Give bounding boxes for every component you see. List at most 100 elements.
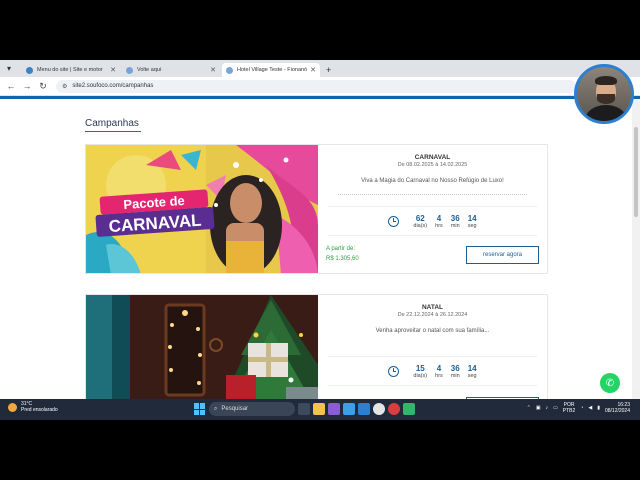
forward-icon[interactable]: →: [20, 79, 34, 93]
chrome-icon[interactable]: [373, 403, 385, 415]
hours-label: hrs: [435, 222, 443, 229]
browser-tab-strip: ▾ Menu do site | Site e motor ✕ Volte aq…: [0, 60, 640, 77]
close-tab-icon[interactable]: ✕: [110, 66, 116, 74]
hours-value: 4: [436, 213, 442, 223]
countdown-hours: 4 hrs: [435, 214, 443, 229]
browser-toolbar: ← → ↻ ⚙ site2.soufoco.com/campanhas: [0, 77, 640, 96]
app-icon[interactable]: [403, 403, 415, 415]
clock-widget[interactable]: 16:23 08/12/2024: [605, 402, 630, 414]
campaign-card: Pacote de CARNAVAL CARNAVAL De 08.02.202…: [85, 144, 548, 274]
title-underline: [85, 131, 141, 132]
volume-icon[interactable]: ◀: [588, 405, 592, 411]
tab-title: Volte aqui: [137, 67, 162, 73]
campaign-dates: De 22.12.2024 à 26.12.2024: [397, 312, 468, 318]
favicon-icon: [126, 66, 133, 74]
back-icon[interactable]: ←: [4, 79, 18, 93]
taskbar-apps: ⌕ Pesquisar: [194, 402, 415, 416]
campaign-details: CARNAVAL De 08.02.2025 à 14.02.2025 Viva…: [318, 145, 547, 273]
campaign-image[interactable]: [86, 295, 318, 399]
countdown-seconds: 14 seg: [468, 214, 477, 229]
clock-icon: [388, 215, 400, 227]
person-beard: [597, 94, 615, 104]
weather-widget[interactable]: 31°C Pred ensolarado: [8, 401, 58, 413]
seconds-label: seg: [467, 222, 477, 229]
countdown: 15 dia(s) 4 hrs 36 min 14 seg: [328, 356, 537, 386]
price-from-label: A partir de:: [326, 246, 356, 252]
windows-taskbar: 31°C Pred ensolarado ⌕ Pesquisar ⌃ ▣ ♪ ▭: [0, 399, 640, 420]
favicon-icon: [226, 66, 233, 74]
minutes-label: min: [450, 222, 460, 229]
whatsapp-icon[interactable]: ✆: [600, 373, 620, 393]
display-icon[interactable]: ▭: [553, 405, 558, 411]
search-icon: ⌕: [214, 405, 218, 412]
edge-icon[interactable]: [358, 403, 370, 415]
webcam-overlay: [574, 64, 634, 124]
campaign-details: NATAL De 22.12.2024 à 26.12.2024 Venha a…: [318, 295, 547, 399]
minutes-value: 36: [450, 213, 460, 223]
browser-tab-2[interactable]: Volte aqui ✕: [122, 63, 220, 77]
clock-icon: [388, 365, 400, 377]
countdown-minutes: 36 min: [451, 214, 460, 229]
url-text: site2.soufoco.com/campanhas: [72, 83, 154, 89]
campaign-description: Viva a Magia do Carnaval no Nosso Refúgi…: [361, 178, 504, 184]
countdown-hours: 4 hrs: [435, 364, 443, 379]
countdown: 62 dia(s) 4 hrs 36 min 14 seg: [328, 206, 537, 236]
hours-label: hrs: [435, 372, 443, 379]
microphone-icon[interactable]: ♪: [546, 405, 549, 411]
campaign-title: NATAL: [421, 304, 444, 311]
page-title: Campanhas: [85, 118, 139, 129]
close-tab-icon[interactable]: ✕: [310, 66, 316, 74]
close-tab-icon[interactable]: ✕: [210, 66, 216, 74]
store-icon[interactable]: [343, 403, 355, 415]
reload-icon[interactable]: ↻: [36, 79, 50, 93]
weather-desc: Pred ensolarado: [21, 407, 58, 413]
app-tray-icon[interactable]: ▣: [536, 405, 541, 411]
app-icon[interactable]: [328, 403, 340, 415]
weather-text: 31°C Pred ensolarado: [21, 401, 58, 413]
windows-start-icon[interactable]: [194, 403, 206, 415]
tab-title: Menu do site | Site e motor: [37, 67, 103, 73]
favicon-icon: [26, 66, 33, 74]
campaign-title: CARNAVAL: [414, 154, 451, 161]
seconds-value: 14: [467, 363, 477, 373]
battery-icon[interactable]: ▮: [597, 405, 600, 411]
file-explorer-icon[interactable]: [313, 403, 325, 415]
new-tab-icon[interactable]: +: [326, 65, 331, 75]
wifi-icon[interactable]: ◔: [580, 405, 583, 411]
tab-search-icon[interactable]: ▾: [2, 61, 16, 75]
hours-value: 4: [436, 363, 442, 373]
tab-title: Hotel Village Teste - Fionanóp: [237, 67, 308, 73]
days-value: 15: [415, 363, 425, 373]
browser-tab-3[interactable]: Hotel Village Teste - Fionanóp ✕: [222, 63, 320, 77]
page-scrollbar[interactable]: [632, 99, 640, 399]
countdown-days: 15 dia(s): [413, 364, 427, 379]
campaign-image[interactable]: Pacote de CARNAVAL: [86, 145, 318, 273]
minutes-label: min: [450, 372, 460, 379]
days-label: dia(s): [413, 372, 428, 379]
chevron-up-icon[interactable]: ⌃: [527, 405, 531, 411]
language-indicator[interactable]: POR PTB2: [563, 402, 576, 414]
screen: ▾ Menu do site | Site e motor ✕ Volte aq…: [0, 60, 640, 420]
address-bar[interactable]: ⚙ site2.soufoco.com/campanhas: [56, 79, 576, 93]
site-info-icon[interactable]: ⚙: [62, 83, 67, 90]
scrollbar-thumb[interactable]: [634, 127, 638, 217]
christmas-image: [86, 295, 318, 399]
person-hair: [595, 76, 617, 85]
description-divider: [338, 194, 527, 196]
price-value: R$ 1.305,60: [326, 256, 359, 262]
minutes-value: 36: [450, 363, 460, 373]
lang-layout: PTB2: [562, 408, 576, 414]
seconds-label: seg: [467, 372, 477, 379]
system-tray: ⌃ ▣ ♪ ▭ POR PTB2 ◔ ◀ ▮ 16:23 08/12/2024: [527, 402, 630, 414]
reserve-now-button[interactable]: reservar agora: [466, 246, 539, 264]
campaign-dates: De 08.02.2025 à 14.02.2025: [397, 162, 468, 168]
countdown-minutes: 36 min: [451, 364, 460, 379]
task-view-icon[interactable]: [298, 403, 310, 415]
seconds-value: 14: [467, 213, 477, 223]
countdown-seconds: 14 seg: [468, 364, 477, 379]
browser-tab-1[interactable]: Menu do site | Site e motor ✕: [22, 63, 120, 77]
campaign-card: NATAL De 22.12.2024 à 26.12.2024 Venha a…: [85, 294, 548, 399]
carnival-image: Pacote de CARNAVAL: [86, 145, 318, 273]
taskbar-search[interactable]: ⌕ Pesquisar: [209, 402, 295, 416]
app-icon[interactable]: [388, 403, 400, 415]
